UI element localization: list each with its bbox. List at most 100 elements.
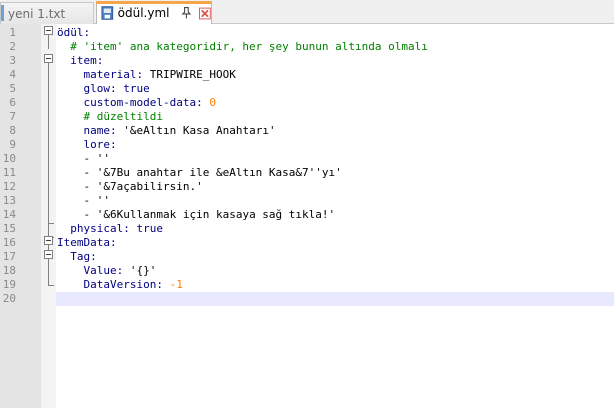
line-text: # 'item' ana kategoridir, her şey bunun … xyxy=(57,40,428,54)
line-text: custom-model-data: 0 xyxy=(57,96,216,110)
line-number: 6 xyxy=(9,96,16,109)
token-num: 0 xyxy=(202,96,216,109)
token-str: - '' xyxy=(83,152,111,165)
line-number: 9 xyxy=(9,138,16,151)
line-text: ödül: xyxy=(57,26,90,40)
line-number: 10 xyxy=(2,152,16,165)
line-text: lore: xyxy=(57,138,117,152)
tab-odul-yml[interactable]: ödül.yml xyxy=(96,1,212,24)
token-key: ItemData: xyxy=(57,236,117,249)
tab-yeni-1[interactable]: yeni 1.txt xyxy=(0,2,94,24)
line-text: glow: true xyxy=(57,82,150,96)
pin-icon[interactable] xyxy=(181,6,192,20)
line-text: - '' xyxy=(57,194,111,208)
tab-label: ödül.yml xyxy=(117,6,170,20)
token-str: - '&6Kullanmak için kasaya sağ tıkla!' xyxy=(83,208,336,221)
code-line[interactable]: 3 item: xyxy=(0,54,614,68)
token-key: ödül: xyxy=(57,26,91,39)
line-number: 12 xyxy=(2,180,16,193)
token-str: - '' xyxy=(83,194,111,207)
token-key: DataVersion: xyxy=(83,278,163,291)
fold-guide xyxy=(48,63,49,224)
fold-toggle-icon[interactable] xyxy=(44,236,53,245)
line-number: 20 xyxy=(2,292,16,305)
code-line[interactable]: 16 ItemData: xyxy=(0,236,614,250)
code-line[interactable]: 4 material: TRIPWIRE_HOOK xyxy=(0,68,614,82)
code-line[interactable]: 1 ödül: xyxy=(0,26,614,40)
active-tab-accent xyxy=(96,1,212,4)
line-number: 13 xyxy=(2,194,16,207)
line-number: 19 xyxy=(2,278,16,291)
token-key: Tag: xyxy=(70,250,97,263)
token-key: glow: xyxy=(83,82,117,95)
code-line[interactable]: 11 - '&7Bu anahtar ile &eAltın Kasa&7''y… xyxy=(0,166,614,180)
line-number: 4 xyxy=(9,68,16,81)
line-text: physical: true xyxy=(57,222,163,236)
line-number: 8 xyxy=(9,124,16,137)
token-key: lore: xyxy=(83,138,117,151)
token-comment: # 'item' ana kategoridir, her şey bunun … xyxy=(70,40,428,53)
token-str: - '&7Bu anahtar ile &eAltın Kasa&7''yı' xyxy=(83,166,342,179)
tab-bar: yeni 1.txt ödül.yml xyxy=(0,0,614,24)
line-number: 18 xyxy=(2,264,16,277)
code-line[interactable]: 20 xyxy=(0,292,614,306)
line-number: 7 xyxy=(9,110,16,123)
fold-toggle-icon[interactable] xyxy=(44,26,53,35)
line-text: name: '&eAltın Kasa Anahtarı' xyxy=(57,124,276,138)
token-str: '{}' xyxy=(123,264,157,277)
code-line[interactable]: 18 Value: '{}' xyxy=(0,264,614,278)
line-number: 2 xyxy=(9,40,16,53)
code-line[interactable]: 13 - '' xyxy=(0,194,614,208)
close-icon[interactable] xyxy=(199,7,211,20)
token-key: true xyxy=(116,82,150,95)
code-line[interactable]: 9 lore: xyxy=(0,138,614,152)
code-line[interactable]: 5 glow: true xyxy=(0,82,614,96)
line-number: 14 xyxy=(2,208,16,221)
token-key: physical: xyxy=(70,222,130,235)
fold-toggle-icon[interactable] xyxy=(44,54,53,63)
token-key: custom-model-data: xyxy=(83,96,203,109)
line-number: 15 xyxy=(2,222,16,235)
code-line[interactable]: 14 - '&6Kullanmak için kasaya sağ tıkla!… xyxy=(0,208,614,222)
editor[interactable]: 1 ödül: 2 # 'item' ana kategoridir, her şe… xyxy=(0,24,614,408)
token-key: name: xyxy=(83,124,117,137)
token-key: material: xyxy=(83,68,144,81)
fold-guide xyxy=(48,259,49,286)
line-number: 5 xyxy=(9,82,16,95)
line-text: Tag: xyxy=(57,250,97,264)
tab-edge xyxy=(1,5,4,21)
code-line[interactable]: 6 custom-model-data: 0 xyxy=(0,96,614,110)
code-line[interactable]: 2 # 'item' ana kategoridir, her şey bunu… xyxy=(0,40,614,54)
line-text: Value: '{}' xyxy=(57,264,157,278)
fold-toggle-icon[interactable] xyxy=(44,250,53,259)
token-comment: # düzeltildi xyxy=(83,110,163,123)
file-icon xyxy=(101,6,114,20)
fold-end-mark xyxy=(48,285,54,286)
line-text: - '&7açabilirsin.' xyxy=(57,180,203,194)
line-number: 16 xyxy=(2,236,16,249)
token-str: - '&7açabilirsin.' xyxy=(83,180,203,193)
line-number: 17 xyxy=(2,250,16,263)
code-line[interactable]: 7 # düzeltildi xyxy=(0,110,614,124)
token-key: item: xyxy=(70,54,104,67)
line-text: item: xyxy=(57,54,103,68)
code-line[interactable]: 15 physical: true xyxy=(0,222,614,236)
line-text: DataVersion: -1 xyxy=(57,278,183,292)
token-key: true xyxy=(129,222,163,235)
line-text: - '' xyxy=(57,152,111,166)
code-line[interactable]: 10 - '' xyxy=(0,152,614,166)
line-text: material: TRIPWIRE_HOOK xyxy=(57,68,236,82)
line-number: 11 xyxy=(2,166,16,179)
token-num: -1 xyxy=(162,278,183,291)
line-text: - '&6Kullanmak için kasaya sağ tıkla!' xyxy=(57,208,336,222)
code-line[interactable]: 12 - '&7açabilirsin.' xyxy=(0,180,614,194)
tab-label: yeni 1.txt xyxy=(8,6,66,21)
token-str: TRIPWIRE_HOOK xyxy=(143,68,236,81)
token-key: Value: xyxy=(83,264,124,277)
code-line[interactable]: 8 name: '&eAltın Kasa Anahtarı' xyxy=(0,124,614,138)
line-text: ItemData: xyxy=(57,236,117,250)
code-line[interactable]: 17 Tag: xyxy=(0,250,614,264)
fold-guide xyxy=(48,35,49,49)
line-number: 1 xyxy=(9,26,16,39)
code-line[interactable]: 19 DataVersion: -1 xyxy=(0,278,614,292)
